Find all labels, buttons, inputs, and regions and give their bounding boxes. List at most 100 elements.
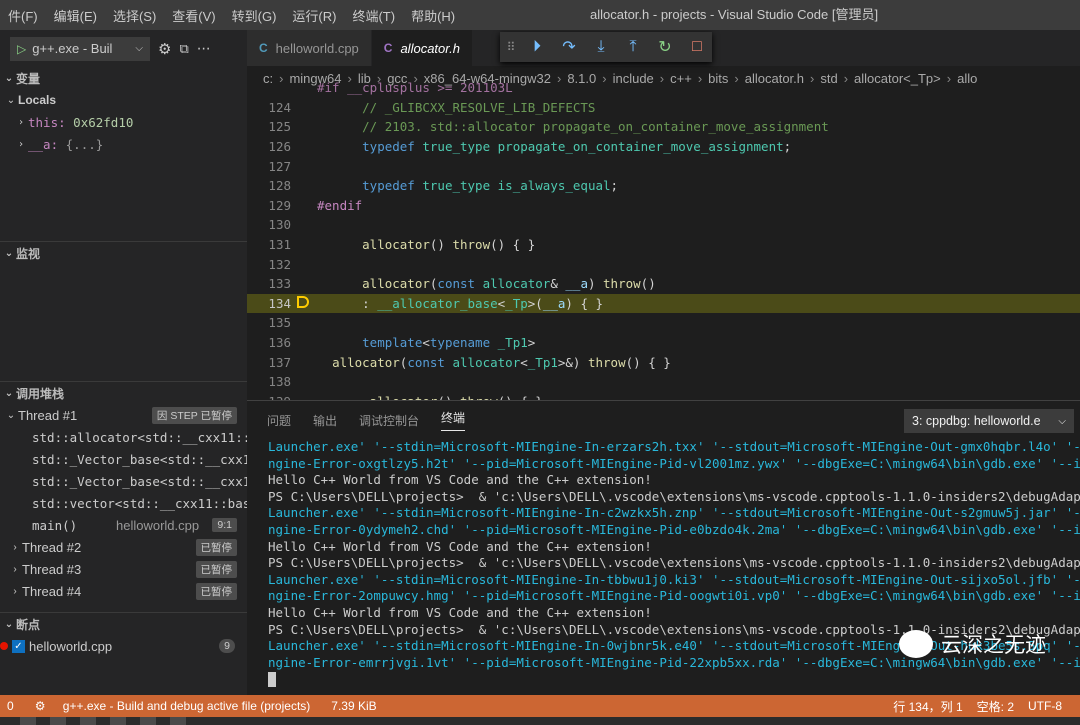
code-text: typedef true_type is_always_equal; (362, 178, 619, 194)
current-code-line: 134 : __allocator_base<_Tp>(__a) { } (247, 293, 1080, 314)
locals-scope[interactable]: ⌄ Locals (0, 89, 247, 111)
tab-problems[interactable]: 问题 (267, 412, 291, 429)
breakpoint-row[interactable]: ✓ helloworld.cpp 9 (0, 635, 247, 657)
code-line: 132 (247, 254, 1080, 274)
gear-icon[interactable]: ⚙ (158, 40, 171, 58)
stack-frame-label: std::vector<std::__cxx11::bas (32, 495, 247, 511)
line-number[interactable]: 128 (247, 178, 291, 193)
terminal-line: ngine-Error-0ydymeh2.chd' '--pid=Microso… (268, 521, 1080, 537)
status-position[interactable]: 行 134，列 1 (886, 698, 969, 715)
code-line: 139 ~allocator() throw() { } (247, 392, 1080, 400)
status-indent[interactable]: 空格: 2 (970, 698, 1021, 715)
line-number[interactable]: 135 (247, 315, 291, 330)
variables-section-header[interactable]: ⌄ 变量 (0, 67, 247, 89)
locals-title: Locals (18, 93, 57, 107)
status-problems[interactable]: 0 (0, 699, 21, 713)
status-badge: 因 STEP 已暂停 (151, 406, 237, 424)
breakpoints-title: 断点 (16, 617, 41, 632)
code-text: #if __cplusplus >= 201103L (317, 80, 513, 96)
drag-handle-icon[interactable]: ⠿ (506, 40, 516, 54)
stack-frame[interactable]: main() helloworld.cpp 9:1 (0, 514, 247, 536)
breakpoint-checkbox[interactable]: ✓ (12, 639, 25, 653)
launch-config-select[interactable]: ▷ g++.exe - Buil ⌵ (10, 36, 150, 61)
line-number[interactable]: 127 (247, 159, 291, 174)
step-over-icon[interactable]: ↷ (558, 37, 580, 57)
code-line: 138 (247, 372, 1080, 392)
stack-frame[interactable]: std::allocator<std::__cxx11::b (0, 426, 247, 448)
variable-row[interactable]: › this: 0x62fd10 (0, 111, 247, 133)
stack-frame[interactable]: std::_Vector_base<std::__cxx11 (0, 448, 247, 470)
continue-icon[interactable]: ⏵ (526, 38, 548, 56)
stack-frame[interactable]: std::vector<std::__cxx11::bas (0, 492, 247, 514)
line-number[interactable]: 129 (247, 198, 291, 213)
menu-edit[interactable]: 编辑(E) (46, 6, 105, 25)
terminal-line: Launcher.exe' '--stdin=Microsoft-MIEngin… (268, 439, 1080, 454)
more-actions-icon[interactable]: ⋯ (197, 40, 211, 57)
line-number[interactable]: 134 (247, 296, 291, 311)
tab-allocator-h[interactable]: C allocator.h (371, 30, 473, 66)
tab-helloworld-cpp[interactable]: C helloworld.cpp (247, 30, 372, 66)
menu-help[interactable]: 帮助(H) (403, 6, 463, 25)
menu-go[interactable]: 转到(G) (224, 6, 285, 25)
line-number[interactable]: 130 (247, 217, 291, 232)
tab-label: allocator.h (400, 40, 460, 56)
bottom-panel: 问题 输出 调试控制台 终端 3: cppdbg: helloworld.e ⌵… (247, 400, 1080, 695)
watch-section-header[interactable]: ⌄ 监视 (0, 242, 247, 264)
tab-terminal[interactable]: 终端 (441, 409, 466, 431)
terminal-select[interactable]: 3: cppdbg: helloworld.e ⌵ (904, 409, 1074, 433)
taskbar-icon (80, 717, 96, 725)
line-number[interactable]: 124 (247, 100, 291, 115)
menu-file[interactable]: 件(F) (0, 6, 46, 25)
menu-selection[interactable]: 选择(S) (105, 6, 164, 25)
callstack-section-header[interactable]: ⌄ 调用堆栈 (0, 382, 247, 404)
line-number[interactable]: 137 (247, 355, 291, 370)
watch-title: 监视 (16, 246, 41, 261)
line-number[interactable]: 136 (247, 335, 291, 350)
menu-run[interactable]: 运行(R) (284, 6, 344, 25)
variable-row[interactable]: › __a: {...} (0, 133, 247, 155)
thread-label: Thread #4 (22, 583, 82, 599)
restart-icon[interactable]: ↻ (654, 37, 676, 57)
thread-row[interactable]: › Thread #4 已暂停 (0, 580, 247, 602)
step-into-icon[interactable]: ⤓ (590, 38, 612, 56)
thread-row[interactable]: ⌄ Thread #1 因 STEP 已暂停 (0, 404, 247, 426)
line-number[interactable]: 125 (247, 119, 291, 134)
step-out-icon[interactable]: ⤒ (622, 38, 644, 56)
watermark-text: 云深之无迹 (941, 634, 1046, 657)
status-encoding[interactable]: UTF-8 (1021, 699, 1080, 713)
line-number[interactable]: 138 (247, 374, 291, 389)
taskbar-icon (20, 717, 36, 725)
stop-icon[interactable]: □ (686, 38, 708, 56)
code-text: allocator(const allocator<_Tp1>&) throw(… (332, 354, 671, 370)
launch-config-label: g++.exe - Buil (32, 41, 113, 56)
menu-view[interactable]: 查看(V) (164, 6, 223, 25)
code-text: #endif (317, 197, 363, 213)
thread-row[interactable]: › Thread #3 已暂停 (0, 558, 247, 580)
terminal-cursor-line[interactable] (268, 671, 1080, 688)
taskbar-icon (50, 717, 66, 725)
taskbar-icon (110, 717, 126, 725)
thread-row[interactable]: › Thread #2 已暂停 (0, 536, 247, 558)
line-number[interactable]: 131 (247, 237, 291, 252)
start-debug-icon[interactable]: ▷ (17, 42, 26, 56)
terminal-select-label: 3: cppdbg: helloworld.e (912, 414, 1041, 428)
line-number[interactable]: 133 (247, 276, 291, 291)
breakpoints-section-header[interactable]: ⌄ 断点 (0, 613, 247, 635)
tab-output[interactable]: 输出 (313, 412, 337, 429)
variable-name: __a: (28, 136, 59, 152)
code-line: 131 allocator() throw() { } (247, 235, 1080, 255)
line-number[interactable]: 126 (247, 139, 291, 154)
code-view[interactable]: #if __cplusplus >= 201103L 124 // _GLIBC… (247, 78, 1080, 400)
code-line: 135 (247, 313, 1080, 333)
terminal-cursor (268, 672, 276, 688)
tab-debug-console[interactable]: 调试控制台 (359, 412, 419, 429)
taskbar-icon (140, 717, 156, 725)
stack-frame[interactable]: std::_Vector_base<std::__cxx11 (0, 470, 247, 492)
thread-label: Thread #2 (22, 539, 82, 555)
line-number[interactable]: 132 (247, 257, 291, 272)
breakpoint-count-badge: 9 (219, 639, 235, 653)
open-terminal-icon[interactable]: ⧉ (179, 41, 188, 57)
menu-terminal[interactable]: 终端(T) (344, 6, 403, 25)
status-task[interactable]: ⚙ g++.exe - Build and debug active file … (21, 699, 325, 713)
stack-frame-label: main() (32, 517, 78, 533)
